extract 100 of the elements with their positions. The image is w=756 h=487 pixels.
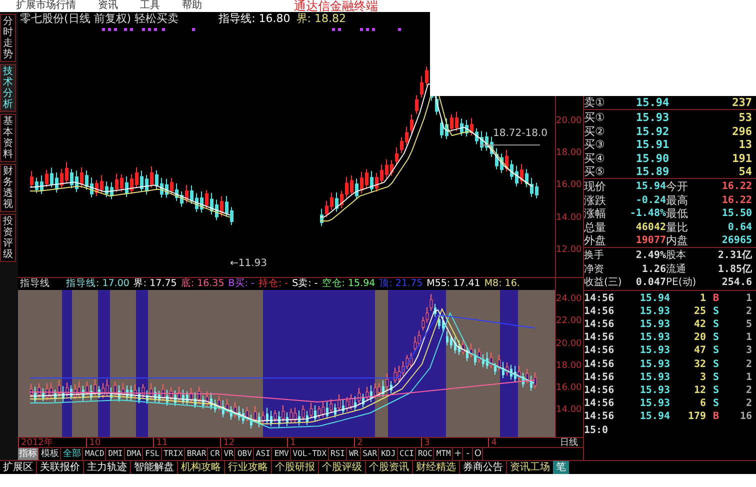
bottom-tab[interactable]: 关联报价 [37,461,84,474]
quote-label: 涨幅 [584,207,607,221]
ask-volume: 237 [731,96,753,110]
price-level-line [480,144,540,146]
tick-side: S [712,370,720,384]
tick-price: 15.93 [638,318,670,332]
tick-time: 14:56 [584,370,616,384]
indicator-tab[interactable]: 模板 [40,448,61,460]
indicator-readout: 指导线: 16.80 [218,12,290,26]
tick-side: S [712,358,720,371]
tick-time: 14:56 [584,292,616,305]
bid-volume: 13 [738,138,753,152]
date-axis-label: 11 [153,438,220,447]
tick-price: 15.93 [638,344,670,358]
tick-price: 15.93 [638,384,670,398]
menu-item[interactable]: 工具 [140,0,160,12]
bottom-tab[interactable]: 主力轨迹 [84,461,131,474]
tick-side: S [712,304,720,318]
tick-time: 14:56 [584,384,616,398]
bottom-tab[interactable]: 机构攻略 [178,461,225,474]
tick-volume: 6 [698,397,706,410]
tick-side: S [712,344,720,358]
quote-label: 涨跌 [584,194,607,208]
tick-volume: 3 [698,370,706,384]
bottom-tab[interactable]: 个股研报 [272,461,319,474]
side-tab[interactable]: 基本资料 [0,114,16,162]
tick-price: 15.93 [638,370,670,384]
tick-side: B [712,292,720,305]
tick-price: 15.93 [638,304,670,318]
menu-item[interactable]: 帮助 [182,0,202,12]
bottom-tab[interactable]: 资讯工场 [507,461,553,474]
indicator-readout: 底: 16.35 [180,278,224,290]
tick-count: 2 [744,358,753,371]
quote-label: 今开 [666,180,689,194]
bottom-tab[interactable]: 个股评级 [319,461,366,474]
ask-price: 15.94 [636,96,670,110]
bottom-tab[interactable]: 扩展区 [0,461,37,474]
indicator-readout: 空仓: 15.94 [322,278,376,290]
tick-volume: 42 [692,318,706,332]
indicator-tab[interactable]: 指标 [18,448,39,460]
quote-label: 量比 [666,220,689,234]
bottom-tab[interactable]: 财经精选 [413,461,460,474]
price-axis-label: 12.00 [556,244,583,257]
quote-label: 流通 [666,262,687,276]
date-axis-label: 10 [86,438,154,447]
bottom-tab[interactable]: 个股资讯 [366,461,413,474]
tick-time: 14:56 [584,318,616,332]
bid-volume: 53 [738,111,753,125]
bid-label: 买⑤ [584,165,606,178]
tick-price: 15.93 [638,397,670,410]
price-axis-label: 18.00 [556,360,583,373]
tick-volume: 47 [692,344,706,358]
indicator-readout: M55: 17.41 [426,278,480,290]
quote-label: 净资 [584,262,605,276]
bid-label: 买① [584,111,606,125]
quote-label: 现价 [584,180,607,194]
tick-volume: 32 [692,358,706,371]
bottom-tab[interactable]: 智能解盘 [131,461,178,474]
side-tab[interactable]: 财务透视 [0,164,16,212]
quote-label: 总量 [584,220,607,234]
price-axis-label: 16.00 [556,180,583,192]
price-axis-label: 20.00 [556,116,583,128]
side-tab[interactable]: 投资评级 [0,214,16,262]
bid-price: 15.90 [636,152,670,166]
tick-time: 14:56 [584,344,616,358]
date-axis-label: 4 [488,438,556,447]
bid-label: 买② [584,124,606,138]
period-label: 日线 [559,438,579,447]
quote-value: 19077 [634,234,666,248]
side-tab[interactable]: 技术分析 [0,64,16,112]
quote-value: -0.24 [634,194,666,208]
tick-time: 14:56 [584,358,616,371]
price-axis-label: 16.00 [556,383,583,396]
price-axis-label: 14.00 [556,405,583,418]
quote-value: 46042 [634,220,666,234]
tick-count: 5 [744,318,753,332]
bid-volume: 54 [738,165,753,178]
side-tab[interactable]: 分时走势 [0,14,16,62]
menu-item[interactable]: 资讯 [98,0,118,12]
price-annotation: 18.72-18.0 [493,128,548,140]
price-annotation: ←11.93 [230,258,268,270]
bottom-tab[interactable]: 券商公告 [460,461,507,474]
tick-count: 1 [744,292,753,305]
quote-value: 1.26 [640,262,666,276]
tick-price: 15.93 [638,358,670,371]
tick-count: 2 [744,304,753,318]
bid-price: 15.91 [636,138,670,152]
tick-count: 1 [744,331,753,344]
tick-count: 2 [744,397,753,410]
bottom-tab[interactable]: 行业攻略 [225,461,272,474]
bottom-tab[interactable]: 笔 [553,461,569,474]
indicator-readout: 指导线: 17.00 [66,278,130,290]
bid-label: 买④ [584,152,606,166]
quote-value: 16.22 [720,194,753,208]
tick-count: 2 [744,384,753,398]
quote-label: 内盘 [666,234,689,248]
indicator-readout: S卖: - [292,278,318,290]
tick-time: 14:56 [584,331,616,344]
bid-label: 买③ [584,138,606,152]
date-axis-label: 12 [220,438,288,447]
